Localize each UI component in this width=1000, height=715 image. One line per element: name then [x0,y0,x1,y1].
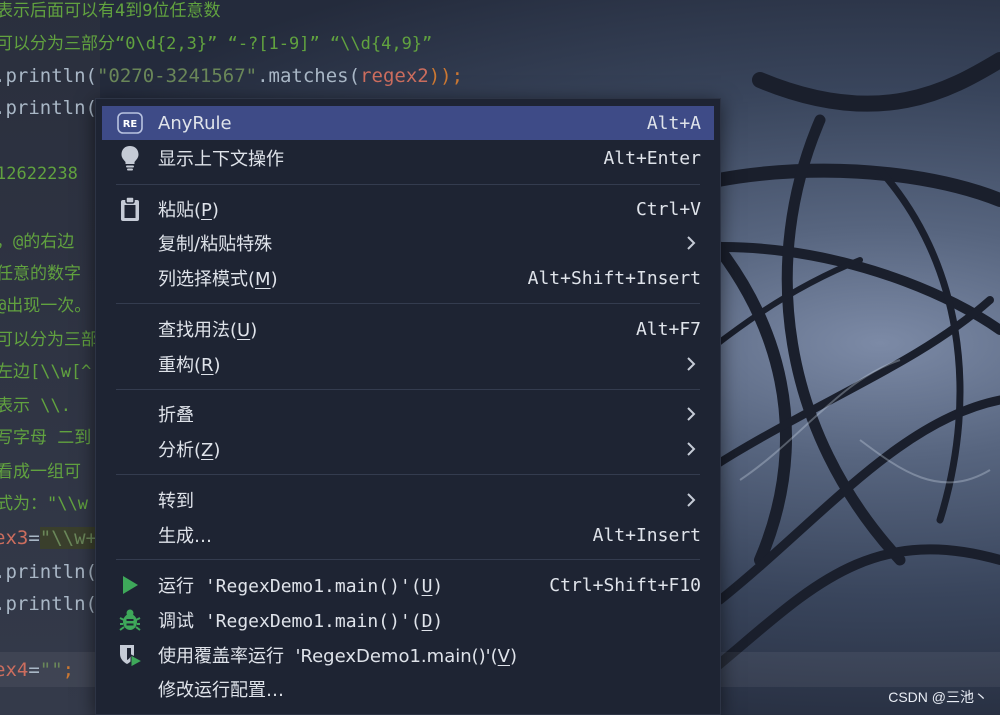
menu-item-analyze[interactable]: 分析(Z) [102,432,714,466]
chevron-right-icon [686,356,696,377]
menu-item-label: 修改运行配置… [158,680,284,701]
menu-item-goto[interactable]: 转到 [102,483,714,517]
menu-item-modify-run-configuration[interactable]: 修改运行配置… [102,672,714,706]
menu-item-label: 分析(Z) [158,440,221,461]
menu-item-shortcut: Alt+A [646,112,701,134]
coverage-shield-icon [114,638,146,672]
chevron-right-icon [686,441,696,462]
menu-item-label: 使用覆盖率运行 'RegexDemo1.main()'(V) [158,646,518,667]
code-line: .println("0270-3241567".matches(regex2))… [0,65,464,87]
menu-item-shortcut: Ctrl+Shift+F10 [549,574,701,596]
menu-item-anyrule[interactable]: RE AnyRule Alt+A [102,106,714,140]
code-comment: 任意的数字 [0,264,81,284]
clipboard-icon [114,192,146,226]
code-comment: 表示后面可以有4到9位任意数 [0,1,221,21]
code-comment: ，@的右边 [0,232,75,252]
code-comment: 看成一组可 [0,462,81,482]
code-comment: 可以分为三部分“0\d{2,3}” “-?[1-9]” “\\d{4,9}” [0,34,433,54]
menu-item-label: 运行 'RegexDemo1.main()'(U) [158,576,444,597]
menu-item-debug[interactable]: 调试 'RegexDemo1.main()'(D) [102,603,714,637]
menu-item-shortcut: Alt+F7 [635,318,701,340]
menu-item-run-with-coverage[interactable]: 使用覆盖率运行 'RegexDemo1.main()'(V) [102,638,714,672]
menu-item-shortcut: Alt+Insert [592,524,701,546]
code-comment: 表示 \\. [0,396,71,416]
debug-bug-icon [114,603,146,637]
code-number: 12622238 [0,164,78,184]
menu-separator [116,184,700,185]
regex-plugin-icon: RE [114,106,146,140]
menu-item-label: 显示上下文操作 [158,149,284,170]
menu-item-label: 重构(R) [158,355,221,376]
menu-separator [116,303,700,304]
menu-item-column-selection-mode[interactable]: 列选择模式(M) Alt+Shift+Insert [102,261,714,295]
menu-item-label: 生成… [158,526,212,547]
menu-item-copy-paste-special[interactable]: 复制/粘贴特殊 [102,226,714,260]
menu-separator [116,559,700,560]
code-line: .println( [0,97,97,119]
menu-item-label: 折叠 [158,405,194,426]
menu-item-label: 转到 [158,491,194,512]
menu-separator [116,474,700,475]
menu-item-label: 复制/粘贴特殊 [158,234,273,255]
menu-item-shortcut: Ctrl+V [635,198,701,220]
code-line: ex3="\\w+ [0,527,97,549]
menu-item-shortcut: Alt+Shift+Insert [527,267,701,289]
menu-item-folding[interactable]: 折叠 [102,397,714,431]
chevron-right-icon [686,492,696,513]
menu-item-paste[interactable]: 粘贴(P) Ctrl+V [102,192,714,226]
code-line: .println( [0,593,97,615]
menu-item-label: 查找用法(U) [158,320,258,341]
code-comment: 写字母 二到 [0,428,92,448]
menu-item-show-context-actions[interactable]: 显示上下文操作 Alt+Enter [102,141,714,175]
lightbulb-icon [114,141,146,175]
code-line: ex4=""; [0,659,75,681]
menu-item-label: 列选择模式(M) [158,269,278,290]
menu-item-generate[interactable]: 生成… Alt+Insert [102,518,714,552]
code-line: .println( [0,561,97,583]
run-icon [114,568,146,602]
code-comment: 式为："\\w [0,494,88,514]
context-menu: RE AnyRule Alt+A 显示上下文操作 Alt+Enter 粘贴(P) [95,98,721,715]
svg-text:RE: RE [123,119,138,130]
menu-item-find-usages[interactable]: 查找用法(U) Alt+F7 [102,312,714,346]
menu-item-label: 调试 'RegexDemo1.main()'(D) [158,611,444,632]
menu-separator [116,389,700,390]
code-comment: 左边[\\w[^ [0,362,92,382]
menu-item-label: AnyRule [158,112,232,134]
menu-item-refactor[interactable]: 重构(R) [102,347,714,381]
chevron-right-icon [686,406,696,427]
menu-item-run[interactable]: 运行 'RegexDemo1.main()'(U) Ctrl+Shift+F10 [102,568,714,602]
code-comment: 可以分为三部 [0,330,98,350]
chevron-right-icon [686,235,696,256]
menu-item-label: 粘贴(P) [158,200,219,221]
menu-item-shortcut: Alt+Enter [603,147,701,169]
code-comment: @出现一次。 [0,296,92,316]
watermark: CSDN @三池丶 [888,689,988,705]
